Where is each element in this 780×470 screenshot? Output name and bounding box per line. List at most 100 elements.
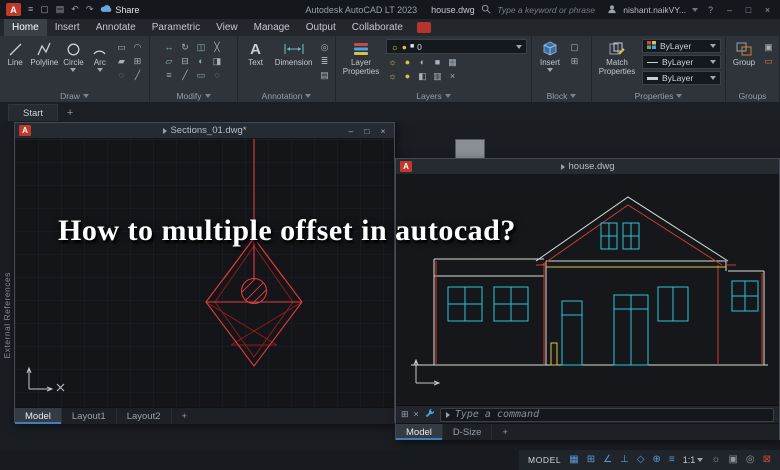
layer-mini-tool-icon[interactable]: ◐ [416, 56, 429, 68]
snap-tracking-icon[interactable]: ⊕ [653, 455, 661, 465]
tab-home[interactable]: Home [4, 19, 47, 36]
draw-mini-tool-icon[interactable]: ▭ [115, 41, 128, 53]
ortho-mode-icon[interactable]: ⊥ [620, 455, 629, 465]
annotation-mini-tool-icon[interactable]: ≣ [318, 55, 331, 67]
layer-mini-tool-icon[interactable]: ▥ [431, 70, 444, 82]
modify-mini-tool-icon[interactable]: ╱ [179, 69, 192, 81]
lineweight-select[interactable]: ByLayer [642, 71, 721, 85]
modify-mini-tool-icon[interactable]: ▱ [163, 55, 176, 67]
model-tab[interactable]: Model [15, 408, 62, 424]
new-drawing-button[interactable]: + [61, 104, 79, 121]
modify-mini-tool-icon[interactable]: ◌ [211, 69, 224, 81]
block-mini-tool-icon[interactable]: ▢ [568, 41, 581, 53]
autocad-logo-icon[interactable]: A [400, 161, 412, 172]
dimension-tool-button[interactable]: Dimension [273, 39, 314, 67]
draw-mini-tool-icon[interactable]: ◌ [115, 69, 128, 81]
floating-palette[interactable] [455, 139, 485, 159]
group-mini-tool-icon[interactable]: ▭ [762, 55, 775, 67]
draw-mini-tool-icon[interactable]: ╱ [131, 69, 144, 81]
start-tab[interactable]: Start [8, 104, 59, 121]
text-tool-button[interactable]: A Text [242, 39, 269, 68]
annotation-panel-label[interactable]: Annotation [238, 89, 335, 102]
group-mini-tool-icon[interactable]: ▣ [762, 41, 775, 53]
polyline-tool-button[interactable]: Polyline [30, 39, 58, 67]
annotation-mini-tool-icon[interactable]: ▤ [318, 69, 331, 81]
isolate-objects-icon[interactable]: ◎ [746, 455, 755, 465]
draw-mini-tool-icon[interactable]: ◠ [131, 41, 144, 53]
group-button[interactable]: Group [730, 39, 758, 67]
polar-tracking-icon[interactable]: ∠ [603, 455, 612, 465]
linetype-select[interactable]: ByLayer [642, 55, 721, 69]
modify-mini-tool-icon[interactable]: ◐ [195, 55, 208, 67]
user-icon[interactable] [607, 4, 617, 16]
modify-mini-tool-icon[interactable]: ↻ [179, 41, 192, 53]
external-references-tab[interactable]: External References [0, 121, 13, 450]
tab-parametric[interactable]: Parametric [144, 19, 208, 36]
user-name[interactable]: nishant.naikVY... [623, 5, 686, 15]
model-tab[interactable]: Model [396, 424, 443, 440]
tab-insert[interactable]: Insert [47, 19, 88, 36]
tab-output[interactable]: Output [298, 19, 344, 36]
modify-mini-tool-icon[interactable]: ◫ [195, 41, 208, 53]
insert-block-button[interactable]: Insert [536, 39, 564, 73]
autocad-logo-icon[interactable]: A [19, 125, 31, 136]
redo-icon[interactable]: ↷ [86, 5, 94, 14]
annotation-mini-tool-icon[interactable]: ◎ [318, 41, 331, 53]
modify-mini-tool-icon[interactable]: ↔ [163, 41, 176, 53]
new-file-icon[interactable]: ▢ [40, 5, 49, 14]
clean-screen-icon[interactable]: ⊠ [763, 455, 771, 465]
match-properties-button[interactable]: Match Properties [596, 39, 638, 76]
add-layout-button[interactable]: + [172, 408, 198, 424]
user-menu-caret-icon[interactable] [692, 7, 698, 12]
command-input[interactable] [454, 409, 768, 420]
house-window-titlebar[interactable]: A house.dwg [396, 159, 779, 175]
maximize-button[interactable]: □ [360, 125, 374, 137]
close-button[interactable]: × [761, 5, 774, 15]
modify-panel-label[interactable]: Modify [150, 89, 237, 102]
app-menu-icon[interactable]: ≡ [28, 5, 33, 14]
share-button[interactable]: Share [100, 4, 139, 15]
layer-properties-button[interactable]: Layer Properties [340, 39, 382, 76]
grid-display-icon[interactable]: ▦ [569, 455, 578, 465]
layer-mini-tool-icon[interactable]: × [446, 70, 459, 82]
close-command-icon[interactable]: × [414, 410, 419, 419]
layer-mini-tool-icon[interactable]: ■ [431, 56, 444, 68]
properties-panel-label[interactable]: Properties [592, 89, 725, 102]
layer-mini-tool-icon[interactable]: ☼ [386, 56, 399, 68]
undo-icon[interactable]: ↶ [71, 5, 79, 14]
draw-mini-tool-icon[interactable]: ▰ [115, 55, 128, 67]
close-button[interactable]: × [376, 125, 390, 137]
dynamic-input-icon[interactable]: ≡ [669, 455, 675, 465]
workspace-switching-icon[interactable]: ▣ [728, 455, 737, 465]
line-tool-button[interactable]: Line [4, 39, 26, 67]
command-field[interactable] [439, 407, 774, 422]
add-layout-button[interactable]: + [492, 424, 518, 440]
layer-mini-tool-icon[interactable]: ☼ [386, 70, 399, 82]
object-color-select[interactable]: ByLayer [642, 39, 721, 53]
modify-mini-tool-icon[interactable]: ◨ [211, 55, 224, 67]
layout2-tab[interactable]: Layout2 [117, 408, 172, 424]
help-icon[interactable]: ? [704, 5, 717, 15]
object-snap-icon[interactable]: ◇ [637, 455, 645, 465]
maximize-button[interactable]: □ [742, 5, 755, 15]
draw-panel-label[interactable]: Draw [0, 89, 149, 102]
layer-mini-tool-icon[interactable]: ● [401, 70, 414, 82]
minimize-button[interactable]: – [344, 125, 358, 137]
tab-annotate[interactable]: Annotate [88, 19, 144, 36]
annotation-visibility-icon[interactable]: ☼ [711, 455, 720, 465]
tab-collaborate[interactable]: Collaborate [344, 19, 411, 36]
minimize-button[interactable]: – [723, 5, 736, 15]
layer-mini-tool-icon[interactable]: ▦ [446, 56, 459, 68]
annotation-scale-button[interactable]: 1:1 [683, 455, 704, 465]
customize-command-icon[interactable]: ⊞ [401, 410, 409, 419]
block-mini-tool-icon[interactable]: ⊞ [568, 55, 581, 67]
circle-tool-button[interactable]: Circle [62, 39, 84, 73]
search-input[interactable] [497, 4, 602, 15]
arc-tool-button[interactable]: Arc [89, 39, 111, 73]
block-panel-label[interactable]: Block [532, 89, 591, 102]
tab-manage[interactable]: Manage [246, 19, 298, 36]
model-space-button[interactable]: MODEL [528, 455, 561, 465]
layer-mini-tool-icon[interactable]: ◧ [416, 70, 429, 82]
autocad-logo-icon[interactable]: A [6, 3, 21, 16]
search-icon[interactable] [481, 4, 491, 16]
